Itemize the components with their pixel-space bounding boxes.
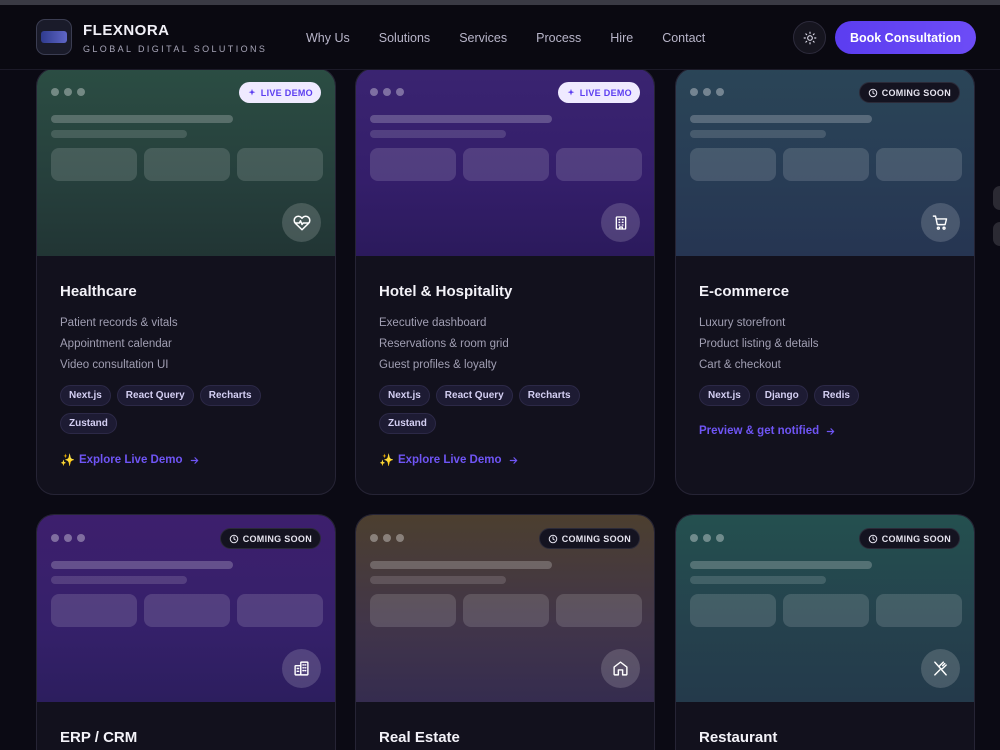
feature-list: Executive dashboard Reservations & room … [379, 316, 631, 372]
arrow-right-icon [826, 427, 835, 435]
category-icon-wrap [282, 649, 321, 688]
window-dots [370, 88, 409, 96]
status-badge: LIVE DEMO [557, 82, 640, 103]
card-preview: COMING SOON [676, 515, 974, 702]
tech-tag: React Query [116, 385, 194, 406]
solution-card-hotel[interactable]: LIVE DEMO Hotel & Hospitality Executive … [355, 68, 655, 495]
feature-item: Patient records & vitals [60, 317, 178, 329]
tech-tag: Redis [813, 385, 859, 406]
arrow-right-icon [509, 456, 517, 464]
tech-tag: Recharts [518, 385, 580, 406]
card-preview: LIVE DEMO [37, 69, 335, 256]
category-icon-wrap [921, 203, 960, 242]
solution-card-healthcare[interactable]: LIVE DEMO Healthcare Patient records & v… [36, 68, 336, 495]
tech-tags: Next.js React Query Recharts Zustand [60, 385, 300, 441]
nav-contact[interactable]: Contact [662, 31, 705, 45]
card-preview: COMING SOON [676, 69, 974, 256]
category-icon-wrap [601, 203, 640, 242]
main-nav: Why Us Solutions Services Process Hire C… [306, 31, 734, 45]
card-title: Restaurant [699, 729, 778, 746]
solution-card-restaurant[interactable]: COMING SOON Restaurant [675, 514, 975, 750]
tech-tag: Zustand [379, 413, 436, 434]
card-title: Healthcare [60, 283, 137, 300]
arrow-right-icon [190, 456, 198, 464]
window-dots [370, 534, 409, 542]
clock-icon [868, 88, 877, 97]
sparkle-icon [248, 88, 256, 95]
feature-list: Patient records & vitals Appointment cal… [60, 316, 312, 372]
feature-item: Executive dashboard [379, 317, 487, 329]
category-icon-wrap [282, 203, 321, 242]
sparkle-icon [567, 88, 575, 95]
card-preview: COMING SOON [37, 515, 335, 702]
window-dots [51, 534, 90, 542]
feature-item: Luxury storefront [699, 317, 786, 329]
clock-icon [548, 534, 557, 543]
clock-icon [868, 534, 877, 543]
category-icon-wrap [921, 649, 960, 688]
explore-live-demo-link[interactable]: ✨ Explore Live Demo [379, 453, 631, 467]
status-badge: COMING SOON [858, 82, 960, 103]
home-icon [613, 661, 628, 676]
sparkles-icon: ✨ [60, 453, 75, 467]
carousel-scroll-handle[interactable] [993, 222, 1000, 246]
window-dots [690, 88, 729, 96]
tech-tag: Recharts [199, 385, 261, 406]
preview-get-notified-link[interactable]: Preview & get notified [699, 425, 951, 437]
tech-tags: Next.js React Query Recharts Zustand [379, 385, 619, 441]
tech-tag: Next.js [379, 385, 430, 406]
carousel-scroll-handle[interactable] [993, 186, 1000, 210]
category-icon-wrap [601, 649, 640, 688]
card-title: E-commerce [699, 283, 790, 300]
utensils-icon [934, 661, 947, 676]
logo-mark [41, 31, 67, 43]
window-dots [690, 534, 729, 542]
building-icon [615, 215, 626, 230]
status-badge: COMING SOON [219, 528, 321, 549]
status-badge: LIVE DEMO [238, 82, 321, 103]
brand-name[interactable]: FLEXNORA [83, 22, 170, 39]
card-title: Real Estate [379, 729, 460, 746]
nav-services[interactable]: Services [459, 31, 507, 45]
card-title: ERP / CRM [60, 729, 138, 746]
feature-item: Appointment calendar [60, 338, 172, 350]
sparkles-icon: ✨ [379, 453, 394, 467]
solution-card-ecommerce[interactable]: COMING SOON E-commerce Luxury storefront… [675, 68, 975, 495]
brand-logo[interactable] [36, 19, 72, 55]
clock-icon [229, 534, 238, 543]
nav-hire[interactable]: Hire [610, 31, 633, 45]
solution-card-real-estate[interactable]: COMING SOON Real Estate [355, 514, 655, 750]
tech-tag: Zustand [60, 413, 117, 434]
feature-item: Video consultation UI [60, 359, 169, 371]
feature-item: Product listing & details [699, 338, 819, 350]
sun-icon [803, 31, 816, 44]
tech-tag: Django [755, 385, 808, 406]
feature-list: Luxury storefront Product listing & deta… [699, 316, 951, 372]
brand-tagline: GLOBAL DIGITAL SOLUTIONS [83, 44, 268, 54]
status-badge: COMING SOON [538, 528, 640, 549]
card-title: Hotel & Hospitality [379, 283, 513, 300]
card-preview: COMING SOON [356, 515, 654, 702]
nav-solutions[interactable]: Solutions [379, 31, 430, 45]
status-badge: COMING SOON [858, 528, 960, 549]
feature-item: Reservations & room grid [379, 338, 509, 350]
office-icon [294, 661, 309, 676]
nav-why-us[interactable]: Why Us [306, 31, 350, 45]
card-preview: LIVE DEMO [356, 69, 654, 256]
book-consultation-button[interactable]: Book Consultation [835, 21, 976, 54]
nav-process[interactable]: Process [536, 31, 581, 45]
feature-item: Guest profiles & loyalty [379, 359, 497, 371]
tech-tags: Next.js Django Redis [699, 385, 939, 413]
site-header: FLEXNORA GLOBAL DIGITAL SOLUTIONS Why Us… [0, 5, 1000, 70]
heart-pulse-icon [292, 214, 311, 230]
cart-icon [932, 215, 948, 230]
feature-item: Cart & checkout [699, 359, 781, 371]
solution-card-erp-crm[interactable]: COMING SOON ERP / CRM [36, 514, 336, 750]
explore-live-demo-link[interactable]: ✨ Explore Live Demo [60, 453, 312, 467]
tech-tag: Next.js [60, 385, 111, 406]
theme-toggle-button[interactable] [793, 21, 826, 54]
window-dots [51, 88, 90, 96]
tech-tag: Next.js [699, 385, 750, 406]
tech-tag: React Query [435, 385, 513, 406]
